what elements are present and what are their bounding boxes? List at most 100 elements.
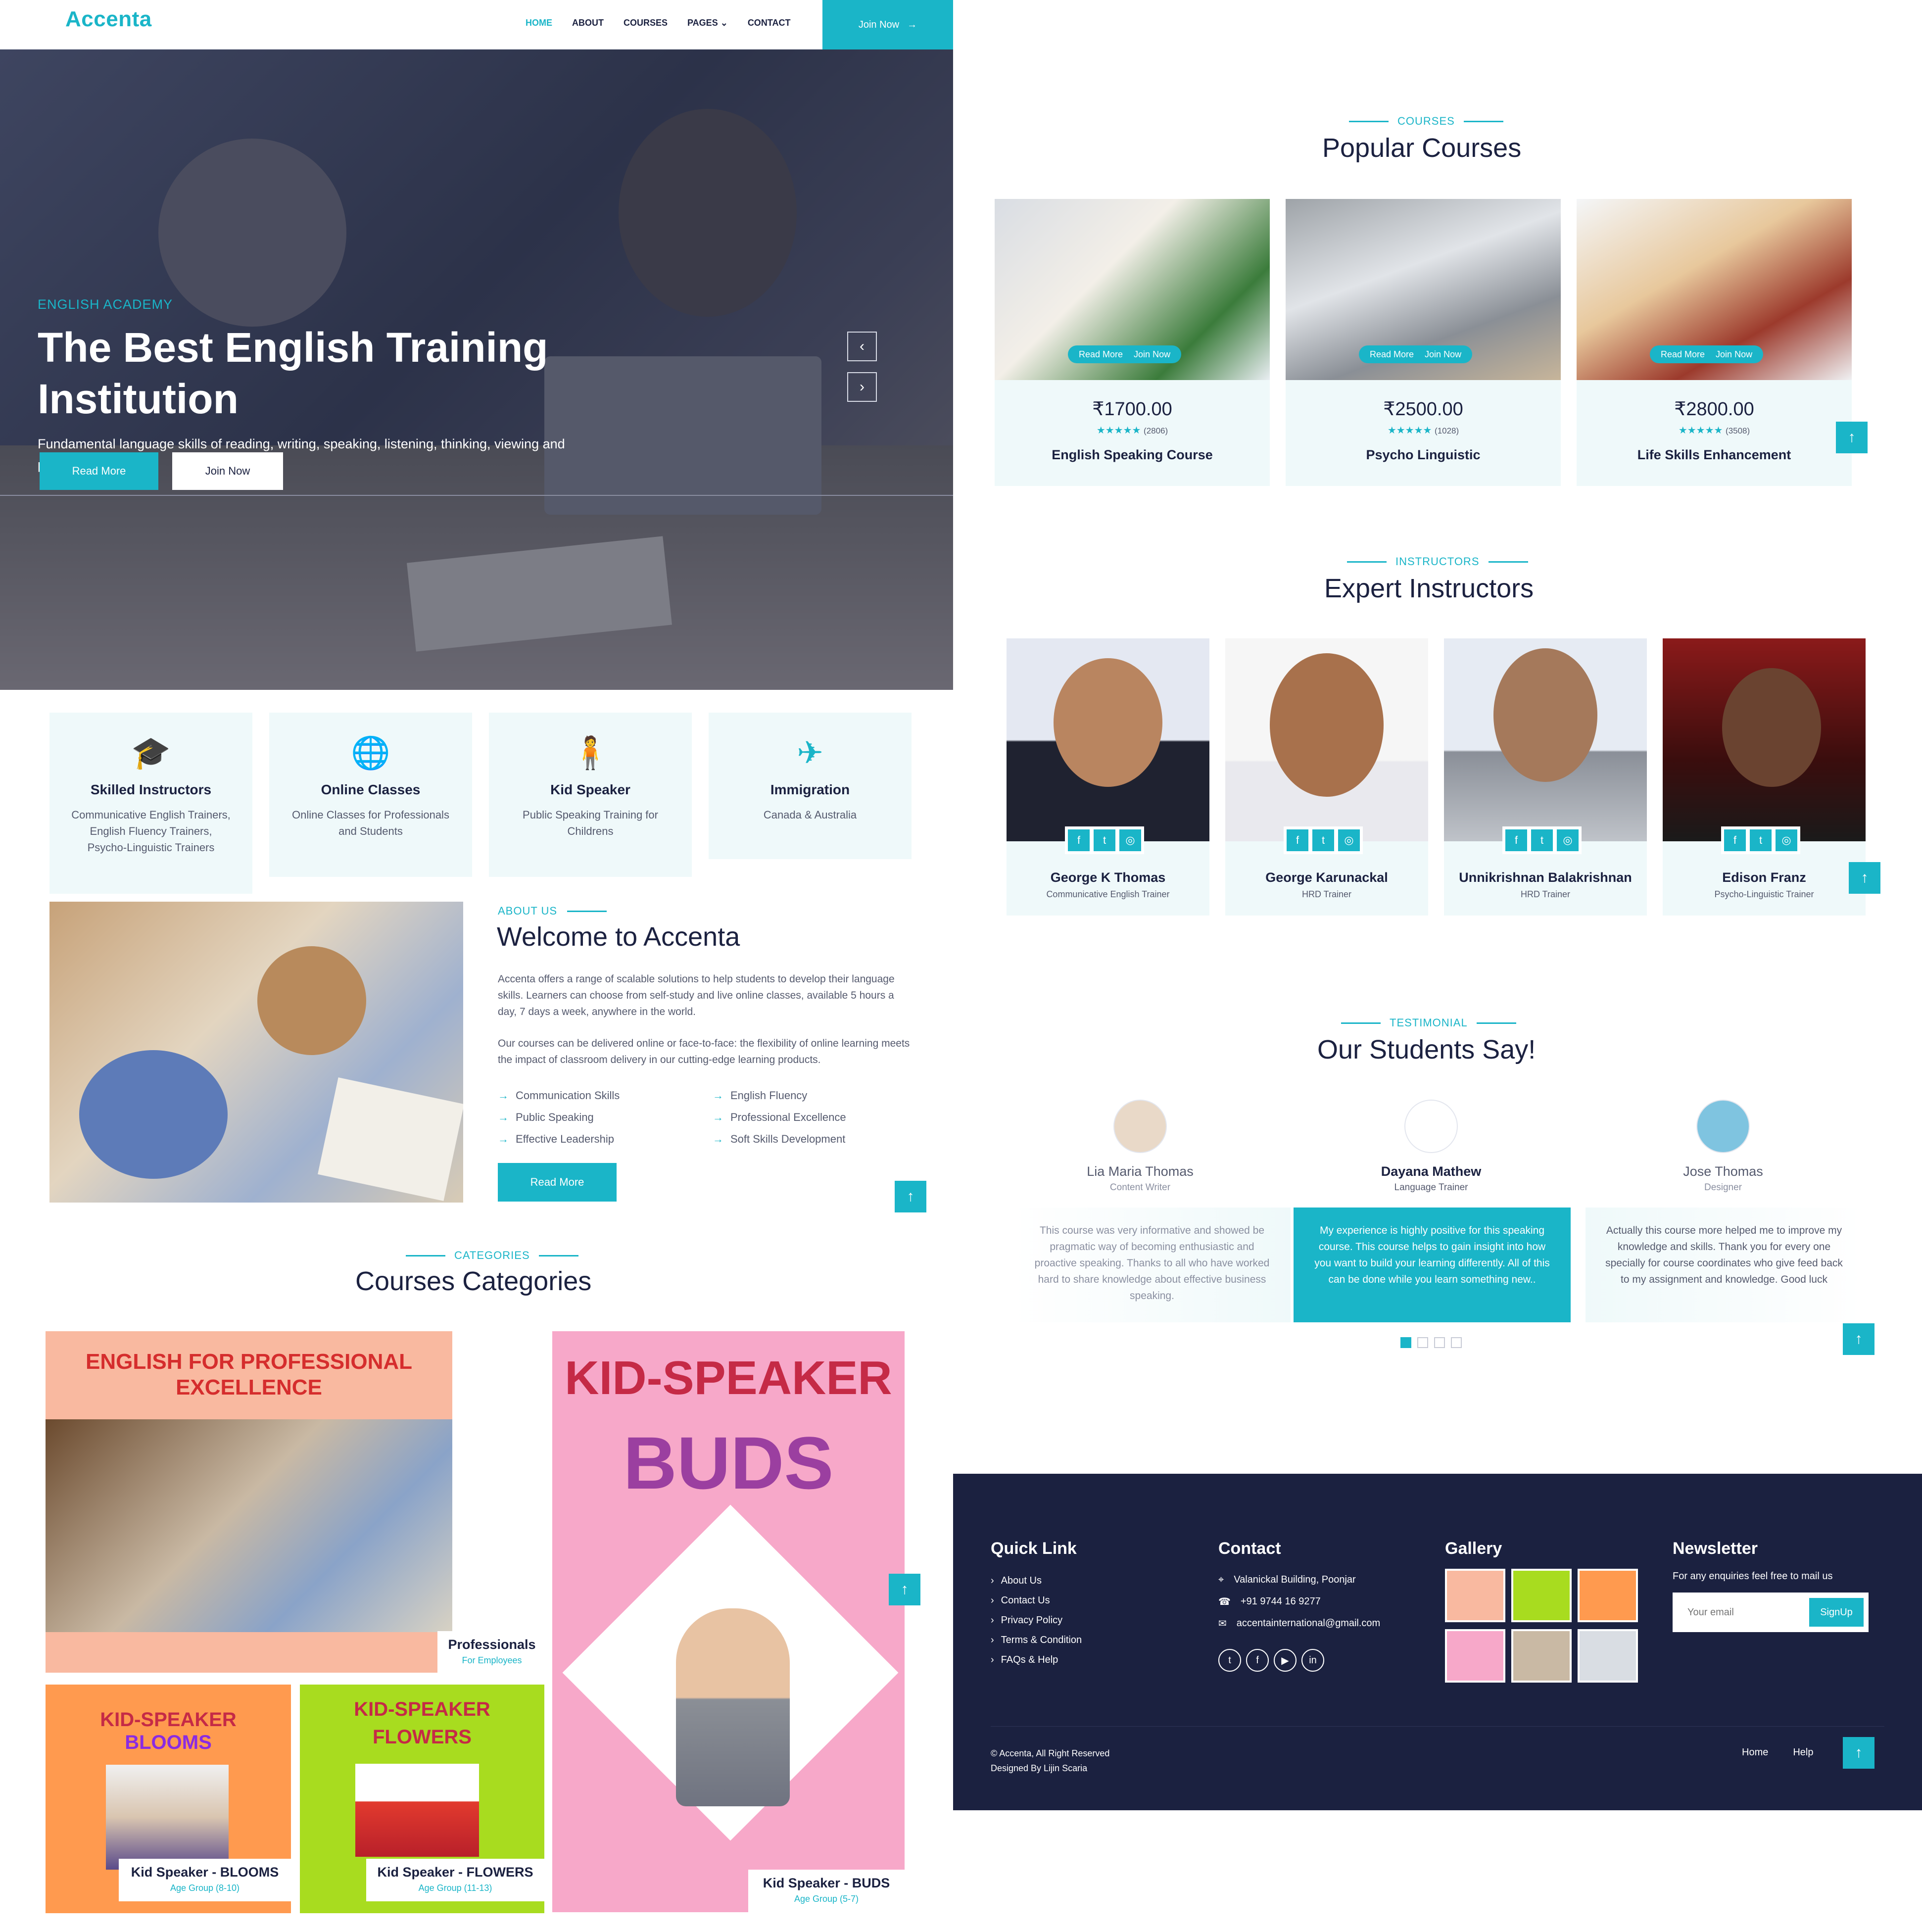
feature-card-online-classes[interactable]: 🌐 Online Classes Online Classes for Prof…: [269, 713, 472, 877]
course-price: ₹2500.00: [1383, 399, 1463, 420]
carousel-dot[interactable]: [1434, 1337, 1445, 1348]
course-card[interactable]: Read More Join Now ₹2500.00 ★★★★★ (1028) …: [1286, 199, 1561, 486]
youtube-icon[interactable]: ▶: [1274, 1649, 1297, 1672]
gallery-thumb[interactable]: [1578, 1629, 1638, 1683]
carousel-dot-active[interactable]: [1400, 1337, 1411, 1348]
category-card-professionals[interactable]: ENGLISH FOR PROFESSIONAL EXCELLENCE: [46, 1331, 452, 1673]
footer-link[interactable]: › Contact Us: [991, 1591, 1082, 1610]
course-card[interactable]: Read More Join Now ₹1700.00 ★★★★★ (2806) …: [995, 199, 1270, 486]
banner-line-1: KID-SPEAKER: [565, 1352, 892, 1404]
feature-card-skilled-instructors[interactable]: 🎓 Skilled Instructors Communicative Engl…: [49, 713, 252, 894]
signup-button[interactable]: SignUp: [1809, 1598, 1864, 1627]
about-read-more-button[interactable]: Read More: [498, 1163, 617, 1202]
instagram-icon[interactable]: ◎: [1338, 829, 1360, 851]
avatar: [1404, 1100, 1458, 1153]
category-name: Kid Speaker - FLOWERS: [377, 1865, 533, 1880]
about-list-right: → English Fluency → Professional Excellenc…: [713, 1085, 846, 1150]
back-to-top-button[interactable]: ↑: [1849, 862, 1880, 894]
course-read-more-link[interactable]: Read More: [1079, 349, 1123, 360]
chevron-right-icon: ›: [991, 1575, 994, 1586]
facebook-icon[interactable]: f: [1505, 829, 1527, 851]
instagram-icon[interactable]: ◎: [1557, 829, 1579, 851]
hero-carousel: ENGLISH ACADEMY The Best English Trainin…: [0, 49, 953, 690]
newsletter-email-input[interactable]: [1687, 1606, 1796, 1618]
nav-about[interactable]: ABOUT: [572, 18, 604, 28]
nav-pages[interactable]: PAGES ⌄: [687, 18, 728, 28]
gallery-thumb[interactable]: [1445, 1629, 1505, 1683]
course-join-now-link[interactable]: Join Now: [1134, 349, 1170, 360]
arrow-up-icon: ↑: [1855, 1331, 1863, 1347]
twitter-icon[interactable]: t: [1750, 829, 1772, 851]
instructor-card[interactable]: f t ◎ George Karunackal HRD Trainer: [1225, 638, 1428, 916]
carousel-prev-button[interactable]: ‹: [847, 332, 877, 361]
nav-courses[interactable]: COURSES: [624, 18, 668, 28]
instructors-label-text: INSTRUCTORS: [1395, 555, 1480, 568]
category-banner-text: KID-SPEAKER BLOOMS: [46, 1708, 291, 1754]
gallery-thumb[interactable]: [1511, 1569, 1572, 1622]
instructor-card[interactable]: f t ◎ Edison Franz Psycho-Linguistic Train…: [1663, 638, 1866, 916]
instructor-card[interactable]: f t ◎ George K Thomas Communicative Englis…: [1007, 638, 1209, 916]
nav-home[interactable]: HOME: [526, 18, 552, 28]
hero-join-now-button[interactable]: Join Now: [172, 452, 283, 490]
instructor-card[interactable]: f t ◎ Unnikrishnan Balakrishnan HRD Traine…: [1444, 638, 1647, 916]
back-to-top-button[interactable]: ↑: [895, 1181, 926, 1212]
testimonial-name: Dayana Mathew: [1381, 1164, 1482, 1179]
list-item: → Professional Excellence: [713, 1107, 846, 1128]
back-to-top-button[interactable]: ↑: [1836, 422, 1868, 453]
twitter-icon[interactable]: t: [1531, 829, 1553, 851]
back-to-top-button[interactable]: ↑: [1843, 1323, 1874, 1355]
designed-by-text: Designed By Lijin Scaria: [991, 1763, 1088, 1773]
join-now-nav-button[interactable]: Join Now →: [822, 0, 953, 49]
testimonial-role: Designer: [1704, 1182, 1742, 1193]
footer-home-link[interactable]: Home: [1742, 1747, 1768, 1758]
footer-help-link[interactable]: Help: [1793, 1747, 1813, 1758]
footer-link[interactable]: › Terms & Condition: [991, 1630, 1082, 1650]
course-join-now-link[interactable]: Join Now: [1425, 349, 1461, 360]
chevron-right-icon: ›: [991, 1654, 994, 1665]
back-to-top-button[interactable]: ↑: [889, 1574, 920, 1605]
nav-contact[interactable]: CONTACT: [748, 18, 791, 28]
list-item-label: Public Speaking: [516, 1111, 594, 1123]
carousel-dot[interactable]: [1451, 1337, 1462, 1348]
chevron-right-icon: ›: [991, 1614, 994, 1626]
course-read-more-link[interactable]: Read More: [1661, 349, 1705, 360]
twitter-icon[interactable]: t: [1218, 1649, 1241, 1672]
about-label-text: ABOUT US: [498, 905, 558, 917]
carousel-dot[interactable]: [1417, 1337, 1428, 1348]
footer-link[interactable]: › About Us: [991, 1571, 1082, 1591]
gallery-thumb[interactable]: [1445, 1569, 1505, 1622]
instagram-icon[interactable]: ◎: [1776, 829, 1797, 851]
instructor-social: f t ◎: [1284, 826, 1363, 854]
testimonial-name: Lia Maria Thomas: [1087, 1164, 1194, 1179]
course-read-more-link[interactable]: Read More: [1370, 349, 1414, 360]
feature-card-immigration[interactable]: ✈ Immigration Canada & Australia: [709, 713, 912, 859]
footer-link[interactable]: › Privacy Policy: [991, 1610, 1082, 1630]
facebook-icon[interactable]: f: [1724, 829, 1746, 851]
instagram-icon[interactable]: ◎: [1119, 829, 1141, 851]
category-card-kid-speaker-buds[interactable]: KID-SPEAKER BUDS: [552, 1331, 905, 1912]
course-card[interactable]: Read More Join Now ₹2800.00 ★★★★★ (3508) …: [1577, 199, 1852, 486]
banner-line-2: EXCELLENCE: [176, 1375, 322, 1400]
instructor-role: Psycho-Linguistic Trainer: [1714, 889, 1814, 899]
gallery-thumb[interactable]: [1578, 1569, 1638, 1622]
carousel-next-button[interactable]: ›: [847, 372, 877, 402]
about-paragraph-2: Our courses can be delivered online or f…: [498, 1038, 910, 1065]
facebook-icon[interactable]: f: [1287, 829, 1308, 851]
linkedin-icon[interactable]: in: [1301, 1649, 1324, 1672]
twitter-icon[interactable]: t: [1094, 829, 1115, 851]
category-child-photo: [106, 1765, 229, 1870]
gallery-thumb[interactable]: [1511, 1629, 1572, 1683]
banner-line-2: BLOOMS: [125, 1732, 212, 1753]
facebook-icon[interactable]: f: [1068, 829, 1090, 851]
arrow-right-icon: →: [713, 1111, 723, 1123]
twitter-icon[interactable]: t: [1312, 829, 1334, 851]
nav-pages-label: PAGES: [687, 18, 718, 28]
logo[interactable]: Accenta: [65, 7, 152, 32]
feature-card-kid-speaker[interactable]: 🧍 Kid Speaker Public Speaking Training f…: [489, 713, 692, 877]
facebook-icon[interactable]: f: [1246, 1649, 1269, 1672]
course-join-now-link[interactable]: Join Now: [1716, 349, 1752, 360]
globe-icon: 🌐: [351, 735, 390, 771]
hero-read-more-button[interactable]: Read More: [40, 452, 158, 490]
back-to-top-button[interactable]: ↑: [1843, 1737, 1874, 1769]
footer-link[interactable]: › FAQs & Help: [991, 1650, 1082, 1670]
